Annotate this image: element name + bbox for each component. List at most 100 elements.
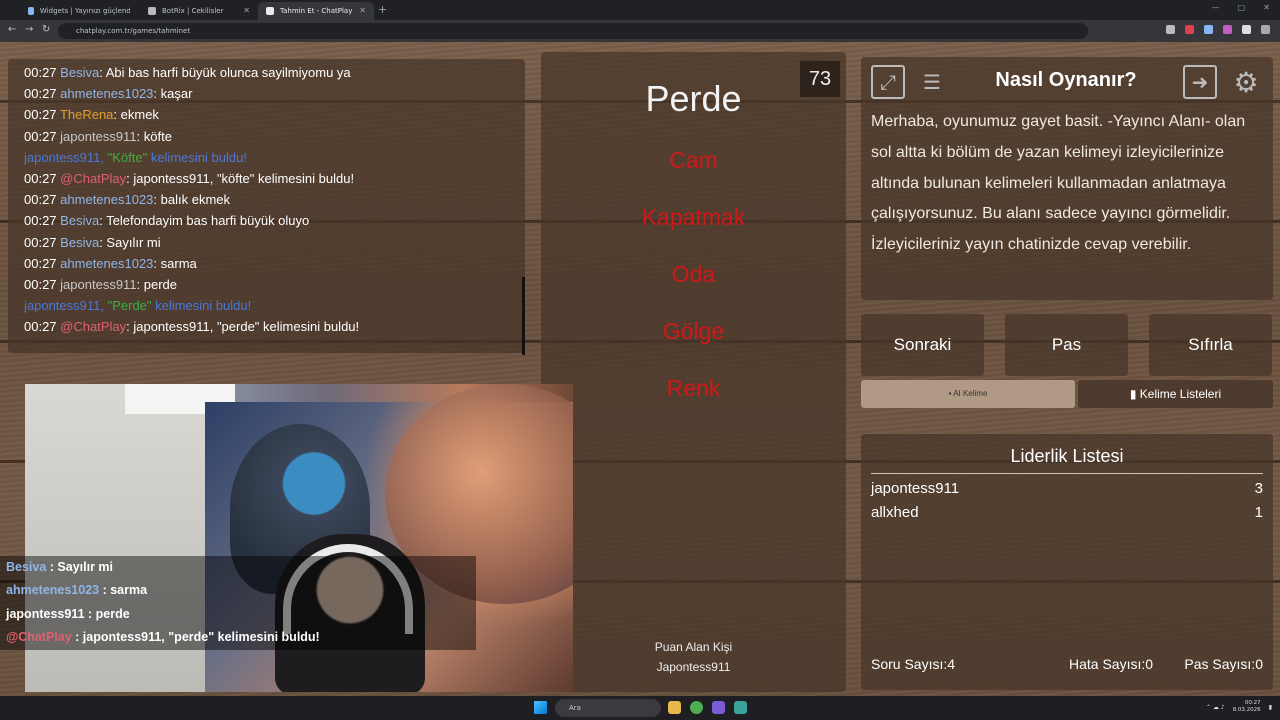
taskbar-search[interactable]: Ara [555, 699, 661, 717]
chat-username[interactable]: ahmetenes1023 [60, 256, 153, 271]
system-message-user: japontess911, [24, 149, 108, 165]
overlay-chat-line: ahmetenes1023 : sarma [0, 579, 476, 603]
chat-message: 00:27 Besiva: Telefondayim bas harfi büy… [24, 210, 525, 231]
word-lists-button[interactable]: ▮ Kelime Listeleri [1078, 380, 1273, 408]
app-icon[interactable] [712, 701, 725, 714]
chat-username[interactable]: @ChatPlay [60, 171, 126, 186]
chat-time: 00:27 [24, 234, 57, 250]
chat-message: 00:27 ahmetenes1023: sarma [24, 253, 525, 274]
chat-time: 00:27 [24, 319, 57, 335]
chat-username[interactable]: ahmetenes1023 [60, 192, 153, 207]
next-button[interactable]: Sonraki [861, 314, 984, 376]
taboo-word: Cam [669, 147, 718, 173]
settings-gear-icon[interactable]: ⚙ [1229, 65, 1263, 99]
howto-title: Nasıl Oynanır? [995, 69, 1137, 91]
overlay-text: : Sayılır mi [46, 560, 114, 574]
overlay-username: ahmetenes1023 [6, 583, 100, 598]
leaderboard-panel: Liderlik Listesi japontess911 3 allxhed … [861, 434, 1273, 690]
tab-favicon-icon [266, 7, 274, 15]
extension-icon[interactable] [1204, 25, 1213, 34]
chat-time: 00:27 [24, 255, 57, 271]
howto-panel: ⤢ ☰ Nasıl Oynanır? ➜ ⚙ Merhaba, oyunumuz… [861, 57, 1273, 300]
chat-username[interactable]: japontess911 [60, 129, 136, 144]
close-tab-icon[interactable]: ✕ [359, 2, 366, 20]
chat-username[interactable]: Besiva [60, 213, 99, 228]
new-tab-icon[interactable]: + [378, 3, 387, 16]
chat-message: 00:27 japontess911: köfte [24, 126, 525, 147]
leaderboard-row: allxhed 1 [871, 504, 1263, 521]
menu-icon[interactable] [1261, 25, 1270, 34]
system-message-suffix: kelimesini buldu! [151, 298, 252, 314]
close-window-icon[interactable]: ✕ [1263, 3, 1270, 12]
browser-tab-widgets[interactable]: Widgets | Yayınızı güçlendirmeye... [20, 2, 138, 20]
taskbar: Ara ⌃ ☁ ♪ 00:27 8.03.2026 ▮ [0, 696, 1280, 720]
pass-count: Pas Sayısı:0 [1184, 656, 1263, 672]
chat-text: : köfte [136, 128, 172, 144]
url-text: chatplay.com.tr/games/tahminet [76, 27, 191, 35]
chat-text: : kaşar [153, 86, 193, 102]
chat-scrollbar[interactable] [522, 277, 525, 355]
extension-icon[interactable] [1185, 25, 1194, 34]
chat-username[interactable]: @ChatPlay [60, 319, 126, 334]
logout-icon[interactable]: ➜ [1183, 65, 1217, 99]
chat-time: 00:27 [24, 65, 57, 80]
notification-icon[interactable]: ▮ [1269, 704, 1272, 711]
ai-word-button[interactable]: ▪ AI Kelime [861, 380, 1075, 408]
forward-icon[interactable]: → [25, 24, 33, 35]
close-tab-icon[interactable]: ✕ [243, 2, 250, 20]
extensions-bar [1166, 25, 1270, 34]
chat-time: 00:27 [24, 277, 57, 293]
taboo-word: Oda [671, 261, 716, 287]
reset-button[interactable]: Sıfırla [1149, 314, 1272, 376]
chat-message: 00:27 TheRena: ekmek [24, 104, 525, 125]
tab-favicon-icon [148, 7, 156, 15]
extension-icon[interactable] [1166, 25, 1175, 34]
leader-score: 3 [1254, 480, 1263, 497]
chat-time: 00:27 [24, 128, 57, 144]
document-icon[interactable]: ☰ [915, 65, 949, 99]
howto-text: Merhaba, oyunumuz gayet basit. -Yayıncı … [871, 113, 1246, 254]
word-panel: 73 Perde Cam Kapatmak Oda Gölge Renk Pua… [541, 52, 846, 692]
chat-message: 00:27 Besiva: Sayılır mi [24, 232, 525, 253]
taboo-word: Gölge [662, 318, 725, 344]
back-icon[interactable]: ← [8, 24, 16, 35]
clock[interactable]: 00:27 8.03.2026 [1233, 700, 1261, 714]
overlay-username: Besiva [6, 560, 47, 574]
pass-button[interactable]: Pas [1005, 314, 1128, 376]
reload-icon[interactable]: ↻ [42, 24, 50, 35]
overlay-text: : japontess911, "perde" kelimesini buldu… [71, 630, 320, 645]
browser-tab-bar: Widgets | Yayınızı güçlendirmeye... BotR… [0, 0, 1280, 20]
chat-text: : sarma [153, 255, 197, 271]
clock-date: 8.03.2026 [1232, 707, 1261, 713]
list-icon: ▮ [1129, 387, 1137, 401]
chat-username[interactable]: Besiva [60, 235, 99, 250]
chat-message: 00:27 ahmetenes1023: kaşar [24, 83, 525, 104]
robot-icon: ▪ [948, 389, 952, 398]
overlay-chat-line: @ChatPlay : japontess911, "perde" kelime… [0, 626, 476, 650]
chrome-icon[interactable] [690, 701, 703, 714]
url-input[interactable]: chatplay.com.tr/games/tahminet [58, 23, 1088, 39]
leader-score: 1 [1254, 504, 1263, 521]
taboo-word: Kapatmak [641, 204, 746, 230]
chat-message: 00:27 ahmetenes1023: balık ekmek [24, 189, 525, 210]
minimize-icon[interactable]: — [1212, 3, 1220, 12]
chat-username[interactable]: ahmetenes1023 [60, 86, 153, 101]
chat-username[interactable]: Besiva [60, 65, 99, 80]
windows-start-icon[interactable] [534, 701, 547, 714]
chat-username[interactable]: TheRena [60, 107, 113, 122]
taboo-word: Renk [666, 375, 721, 401]
maximize-icon[interactable]: ▢ [1238, 3, 1246, 12]
tray-icons[interactable]: ⌃ ☁ ♪ [1206, 704, 1225, 711]
overlay-text: : sarma [99, 583, 148, 598]
overlay-chat: Besiva : Sayılır mi ahmetenes1023 : sarma… [0, 556, 476, 650]
chat-message: 00:27 @ChatPlay: japontess911, "köfte" k… [24, 168, 525, 189]
chat-text: : perde [136, 277, 178, 293]
chat-username[interactable]: japontess911 [60, 277, 136, 292]
app-icon[interactable] [734, 701, 747, 714]
extension-icon[interactable] [1223, 25, 1232, 34]
fullscreen-icon[interactable]: ⤢ [871, 65, 905, 99]
profile-icon[interactable] [1242, 25, 1251, 34]
browser-tab-chatplay[interactable]: Tahmin Et - ChatPlay ✕ [258, 2, 374, 20]
file-explorer-icon[interactable] [668, 701, 681, 714]
browser-tab-botrix[interactable]: BotRix | Cekilisler ✕ [140, 2, 258, 20]
